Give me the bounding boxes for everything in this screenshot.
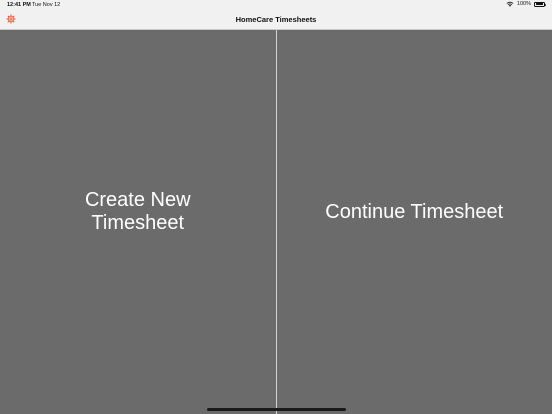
status-indicators: 100% bbox=[506, 1, 546, 7]
battery-percent: 100% bbox=[516, 1, 531, 7]
main-content: Create New Timesheet Continue Timesheet bbox=[0, 30, 552, 414]
battery-icon bbox=[534, 1, 546, 7]
status-date: Tue Nov 12 bbox=[32, 2, 61, 8]
navigation-bar: HomeCare Timesheets bbox=[0, 10, 552, 30]
continue-timesheet-label: Continue Timesheet bbox=[325, 200, 504, 223]
top-bar: 12:41 PM Tue Nov 12 100% HomeCare Timesh… bbox=[0, 0, 552, 30]
create-new-timesheet-button[interactable]: Create New Timesheet bbox=[0, 30, 276, 414]
status-time: 12:41 PM bbox=[7, 2, 31, 8]
page-title: HomeCare Timesheets bbox=[235, 15, 317, 24]
create-new-timesheet-label: Create New Timesheet bbox=[84, 189, 191, 234]
home-indicator[interactable] bbox=[207, 408, 346, 411]
continue-timesheet-button[interactable]: Continue Timesheet bbox=[276, 30, 552, 414]
app-screen: 12:41 PM Tue Nov 12 100% HomeCare Timesh… bbox=[0, 0, 552, 414]
status-bar: 12:41 PM Tue Nov 12 100% bbox=[0, 0, 552, 10]
wifi-icon bbox=[506, 1, 514, 7]
